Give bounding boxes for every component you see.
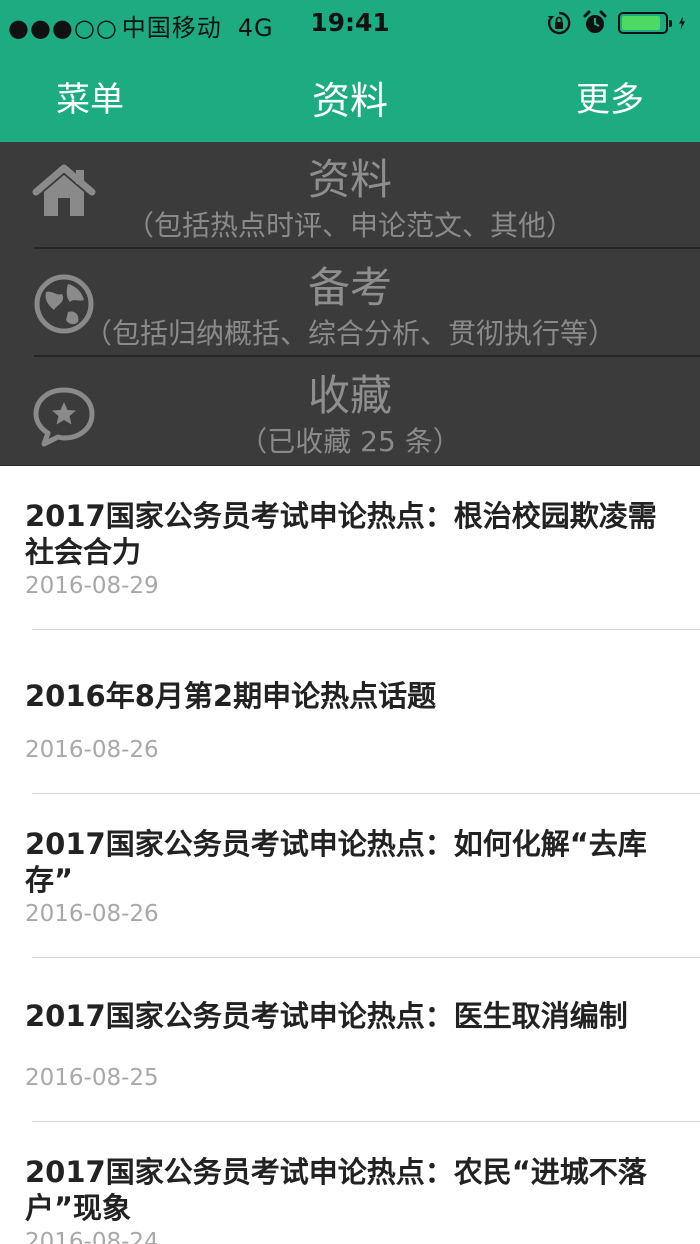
- list-item[interactable]: 2017国家公务员考试申论热点：农民“进城不落户”现象 2016-08-24: [0, 1122, 700, 1244]
- orientation-lock-icon: [548, 11, 571, 35]
- list-item[interactable]: 2017国家公务员考试申论热点：医生取消编制 2016-08-25: [0, 958, 700, 1122]
- menu-item-subtitle: （包括归纳概括、综合分析、贯彻执行等）: [83, 317, 616, 350]
- menu-divider: [34, 247, 700, 249]
- article-title: 2017国家公务员考试申论热点：农民“进城不落户”现象: [25, 1155, 647, 1225]
- menu-item-favorites[interactable]: 收藏 （已收藏 25 条）: [0, 358, 700, 466]
- article-title: 2016年8月第2期申论热点话题: [25, 679, 437, 713]
- article-date: 2016-08-24: [25, 1229, 159, 1244]
- menu-item-subtitle: （包括热点时评、申论范文、其他）: [125, 209, 574, 242]
- menu-item-materials[interactable]: 资料 （包括热点时评、申论范文、其他）: [0, 142, 700, 250]
- menu-item-prep[interactable]: 备考 （包括归纳概括、综合分析、贯彻执行等）: [0, 250, 700, 358]
- article-title: 2017国家公务员考试申论热点：医生取消编制: [25, 999, 628, 1033]
- article-title: 2017国家公务员考试申论热点：根治校园欺凌需社会合力: [25, 499, 657, 569]
- article-date: 2016-08-26: [25, 737, 159, 763]
- dropdown-menu: 资料 （包括热点时评、申论范文、其他） 备考 （包括归纳概括、综合分析、贯彻执行…: [0, 142, 700, 466]
- menu-item-title: 收藏: [307, 371, 392, 420]
- more-button[interactable]: 更多: [576, 72, 644, 121]
- battery-fill: [622, 16, 660, 30]
- nav-bar: 菜单 资料 更多: [0, 46, 700, 142]
- article-date: 2016-08-26: [25, 901, 159, 927]
- menu-item-title: 备考: [307, 263, 392, 312]
- app-screen: ●●●○○ 中国移动 4G 19:41 菜单 资料 更多 资料 （包括热点时评、…: [0, 0, 700, 1244]
- charging-icon: [679, 16, 685, 30]
- menu-button[interactable]: 菜单: [56, 72, 124, 121]
- article-date: 2016-08-29: [25, 573, 159, 599]
- battery-icon: [618, 12, 672, 34]
- menu-divider: [34, 355, 700, 357]
- menu-item-title: 资料: [307, 155, 392, 204]
- article-list: 2017国家公务员考试申论热点：根治校园欺凌需社会合力 2016-08-29 2…: [0, 466, 700, 1244]
- status-right-icons: [546, 8, 692, 38]
- article-title: 2017国家公务员考试申论热点：如何化解“去库存”: [25, 827, 647, 897]
- menu-item-subtitle: （已收藏 25 条）: [239, 425, 461, 458]
- list-item[interactable]: 2016年8月第2期申论热点话题 2016-08-26: [0, 630, 700, 794]
- list-item[interactable]: 2017国家公务员考试申论热点：如何化解“去库存” 2016-08-26: [0, 794, 700, 958]
- article-date: 2016-08-25: [25, 1065, 159, 1091]
- alarm-icon: [583, 10, 607, 33]
- list-item[interactable]: 2017国家公务员考试申论热点：根治校园欺凌需社会合力 2016-08-29: [0, 466, 700, 630]
- status-bar: ●●●○○ 中国移动 4G 19:41: [0, 0, 700, 46]
